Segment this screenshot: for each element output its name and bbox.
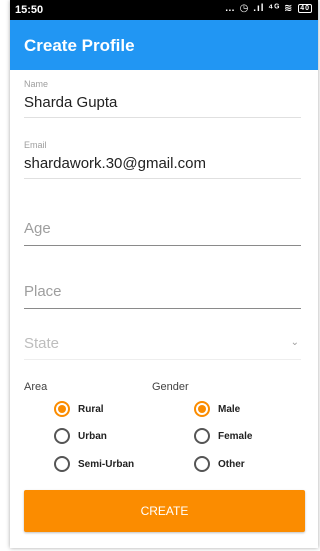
- area-radio-urban[interactable]: Urban: [54, 427, 107, 445]
- radio-unchecked-icon[interactable]: [194, 428, 210, 444]
- battery-icon: 40: [298, 4, 312, 13]
- radio-unchecked-icon[interactable]: [194, 456, 210, 472]
- gender-label: Gender: [152, 381, 189, 393]
- age-input[interactable]: Age: [24, 220, 301, 237]
- email-label: Email: [24, 140, 47, 150]
- age-field[interactable]: Age: [24, 220, 301, 246]
- gender-radio-male[interactable]: Male: [194, 400, 240, 418]
- state-dropdown[interactable]: State ⌄: [24, 335, 301, 360]
- area-option-label: Urban: [78, 430, 107, 442]
- status-icons: … ◷ .ıl ⁴ᴳ ≋ 40: [225, 3, 312, 14]
- status-bar: 15:50 … ◷ .ıl ⁴ᴳ ≋ 40: [10, 0, 318, 20]
- place-underline: [24, 308, 301, 309]
- signal-icons: … ◷ .ıl ⁴ᴳ ≋: [224, 3, 294, 14]
- app-bar: Create Profile: [10, 20, 318, 70]
- radio-checked-icon[interactable]: [54, 401, 70, 417]
- radio-unchecked-icon[interactable]: [54, 428, 70, 444]
- area-radio-semi-urban[interactable]: Semi-Urban: [54, 455, 134, 473]
- name-underline: [24, 117, 301, 118]
- create-button[interactable]: CREATE: [24, 490, 305, 532]
- gender-radio-female[interactable]: Female: [194, 427, 252, 445]
- area-radio-rural[interactable]: Rural: [54, 400, 104, 418]
- age-underline: [24, 245, 301, 246]
- area-label: Area: [24, 381, 48, 393]
- place-field[interactable]: Place: [24, 283, 301, 309]
- page-title: Create Profile: [24, 36, 135, 55]
- gender-option-label: Female: [218, 430, 253, 442]
- email-underline: [24, 178, 301, 179]
- profile-form: Name Sharda Gupta Email shardawork.30@gm…: [10, 70, 318, 548]
- name-label: Name: [24, 79, 49, 89]
- name-field[interactable]: Name Sharda Gupta: [24, 79, 301, 118]
- gender-option-label: Other: [218, 458, 245, 470]
- gender-option-label: Male: [218, 403, 241, 415]
- email-field[interactable]: Email shardawork.30@gmail.com: [24, 140, 301, 179]
- gender-radio-other[interactable]: Other: [194, 455, 245, 473]
- radio-unchecked-icon[interactable]: [54, 456, 70, 472]
- area-option-label: Rural: [78, 403, 104, 415]
- area-option-label: Semi-Urban: [78, 458, 135, 470]
- name-input[interactable]: Sharda Gupta: [24, 94, 301, 111]
- place-input[interactable]: Place: [24, 283, 301, 300]
- chevron-down-icon[interactable]: ⌄: [291, 337, 299, 348]
- radio-checked-icon[interactable]: [194, 401, 210, 417]
- email-input[interactable]: shardawork.30@gmail.com: [24, 155, 301, 172]
- status-time: 15:50: [15, 4, 44, 16]
- state-underline: [24, 359, 301, 360]
- phone-screen: 15:50 … ◷ .ıl ⁴ᴳ ≋ 40 Create Profile Nam…: [10, 0, 318, 548]
- state-select[interactable]: State: [24, 335, 301, 352]
